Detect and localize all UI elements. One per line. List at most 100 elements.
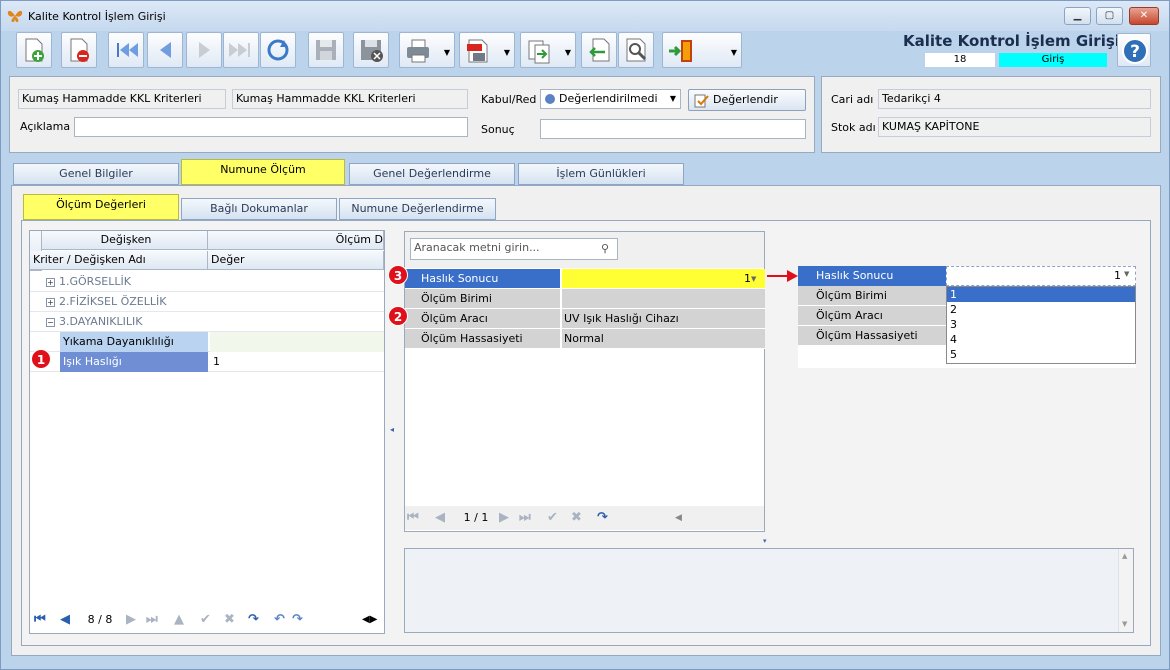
tree-row[interactable]: +1.GÖRSELLİK <box>30 272 384 292</box>
splitter-handle-icon[interactable]: ◂ <box>390 425 394 434</box>
undo-icon[interactable]: ↶ <box>274 612 285 628</box>
tree-row-value[interactable]: 1 <box>210 352 384 372</box>
last-icon[interactable]: ⏭ <box>146 612 158 628</box>
tab-sample-measurement[interactable]: Numune Ölçüm <box>181 159 345 185</box>
mode-badge: Giriş <box>999 53 1107 67</box>
first-icon[interactable]: ⏮ <box>407 510 419 526</box>
expand-icon[interactable]: + <box>46 297 55 307</box>
property-search-input[interactable]: Aranacak metni girin... <box>410 238 618 260</box>
property-value[interactable]: Normal <box>562 329 765 349</box>
first-icon[interactable]: ⏮ <box>34 612 46 628</box>
tree-row-selected[interactable]: Işık Haslığı 1 <box>30 352 384 372</box>
save-button[interactable] <box>308 32 344 68</box>
exit-dropdown[interactable]: ▼ <box>662 32 742 68</box>
property-value[interactable] <box>562 289 765 309</box>
scroll-left-icon[interactable]: ◀ <box>675 506 682 530</box>
property-row[interactable]: Haslık Sonucu 1 ▼ <box>405 269 766 289</box>
callout-selected-value[interactable]: 1 <box>946 266 1136 286</box>
previous-icon[interactable]: ◀ <box>60 612 70 628</box>
property-key: Ölçüm Birimi <box>405 289 561 309</box>
search-document-button[interactable] <box>618 32 654 68</box>
close-button[interactable]: ✕ <box>1129 7 1159 25</box>
dropdown-list: 1 2 3 4 5 <box>946 286 1136 364</box>
property-row[interactable]: Ölçüm Birimi <box>405 289 766 309</box>
apply-icon[interactable]: ✔ <box>200 612 211 628</box>
group-header-measurement: Ölçüm D <box>208 231 384 250</box>
export-dropdown[interactable]: ▼ <box>520 32 576 68</box>
help-button[interactable]: ? <box>1117 33 1151 67</box>
tab-linked-documents[interactable]: Bağlı Dokumanlar <box>181 198 337 220</box>
stock-field[interactable]: KUMAŞ KAPİTONE <box>878 117 1151 137</box>
cancel-save-button[interactable] <box>353 32 389 68</box>
cancel-icon[interactable]: ✖ <box>571 510 582 526</box>
previous-icon[interactable]: ◀ <box>435 510 445 526</box>
scroll-left-right-icon[interactable]: ◀▶ <box>362 608 377 632</box>
redo-icon[interactable]: ↷ <box>597 510 608 526</box>
tree-row[interactable]: −3.DAYANIKLILIK <box>30 312 384 332</box>
description-panel: ▲ ▼ <box>404 548 1134 633</box>
pdf-export-dropdown[interactable]: ▼ <box>459 32 515 68</box>
tree-row-label: Işık Haslığı <box>60 352 208 372</box>
expand-icon[interactable]: + <box>46 277 55 287</box>
redo-alt-icon[interactable]: ↷ <box>292 612 303 628</box>
search-document-icon <box>626 38 647 62</box>
maximize-button[interactable]: ▢ <box>1096 7 1123 25</box>
criteria-code-field[interactable]: Kumaş Hammadde KKL Kriterleri <box>18 89 226 109</box>
collapse-icon[interactable]: − <box>46 317 55 327</box>
evaluate-label: Değerlendir <box>713 93 778 106</box>
redo-icon[interactable]: ↷ <box>248 612 259 628</box>
delete-record-button[interactable] <box>61 32 97 68</box>
next-icon[interactable]: ▶ <box>499 510 509 526</box>
splitter-down-icon[interactable]: ▾ <box>763 537 767 545</box>
next-record-button[interactable] <box>186 32 222 68</box>
apply-icon[interactable]: ✔ <box>547 510 558 526</box>
next-icon[interactable]: ▶ <box>126 612 136 628</box>
scroll-down-icon[interactable]: ▼ <box>1122 620 1127 628</box>
scroll-up-icon[interactable]: ▲ <box>1122 552 1127 560</box>
tab-measurement-values[interactable]: Ölçüm Değerleri <box>23 194 179 220</box>
first-record-button[interactable] <box>108 32 144 68</box>
print-dropdown[interactable]: ▼ <box>399 32 455 68</box>
result-input[interactable] <box>540 119 806 139</box>
tree-row-value[interactable] <box>210 332 384 352</box>
tab-sample-evaluation[interactable]: Numune Değerlendirme <box>339 198 496 220</box>
property-value[interactable]: 1 <box>562 269 765 289</box>
delete-document-icon <box>70 38 89 62</box>
last-icon[interactable]: ⏭ <box>519 510 531 526</box>
refresh-button[interactable] <box>260 32 296 68</box>
dropdown-option[interactable]: 5 <box>947 347 1135 362</box>
account-field[interactable]: Tedarikçi 4 <box>878 89 1151 109</box>
printer-icon <box>407 39 429 63</box>
dropdown-option[interactable]: 3 <box>947 317 1135 332</box>
dropdown-option[interactable]: 1 <box>947 287 1135 302</box>
property-navigator: ⏮ ◀ 1 / 1 ▶ ⏭ ✔ ✖ ↷ ◀ <box>405 506 764 530</box>
new-record-button[interactable] <box>16 32 52 68</box>
column-header-value[interactable]: Değer <box>208 251 384 270</box>
tree-row[interactable]: Yıkama Dayanıklılığı <box>30 332 384 352</box>
tab-general-info[interactable]: Genel Bilgiler <box>13 163 179 185</box>
description-input[interactable] <box>74 117 468 137</box>
import-button[interactable] <box>581 32 617 68</box>
dropdown-option[interactable]: 2 <box>947 302 1135 317</box>
minimize-button[interactable]: ▁ <box>1064 7 1091 25</box>
result-label: Sonuç <box>481 123 515 136</box>
column-header-criteria[interactable]: Kriter / Değişken Adı <box>30 251 208 270</box>
tree-row[interactable]: +2.FİZİKSEL ÖZELLİK <box>30 292 384 312</box>
property-row[interactable]: Ölçüm Aracı UV Işık Haslığı Cihazı <box>405 309 766 329</box>
property-value[interactable]: UV Işık Haslığı Cihazı <box>562 309 765 329</box>
property-row[interactable]: Ölçüm Hassasiyeti Normal <box>405 329 766 349</box>
tab-process-logs[interactable]: İşlem Günlükleri <box>518 163 684 185</box>
evaluate-button[interactable]: Değerlendir <box>688 89 806 111</box>
tab-general-evaluation[interactable]: Genel Değerlendirme <box>349 163 515 185</box>
chevron-down-icon[interactable]: ▼ <box>1124 270 1129 278</box>
accept-reject-select[interactable]: Değerlendirilmedi ▼ <box>540 89 681 109</box>
vertical-scrollbar[interactable]: ▲ ▼ <box>1118 549 1133 632</box>
last-record-button[interactable] <box>223 32 259 68</box>
move-up-icon[interactable]: ▲ <box>174 612 184 628</box>
criteria-name-field[interactable]: Kumaş Hammadde KKL Kriterleri <box>232 89 468 109</box>
first-icon <box>117 43 138 57</box>
cancel-icon[interactable]: ✖ <box>224 612 235 628</box>
previous-record-button[interactable] <box>147 32 183 68</box>
dropdown-option[interactable]: 4 <box>947 332 1135 347</box>
chevron-down-icon[interactable]: ▼ <box>751 269 756 289</box>
